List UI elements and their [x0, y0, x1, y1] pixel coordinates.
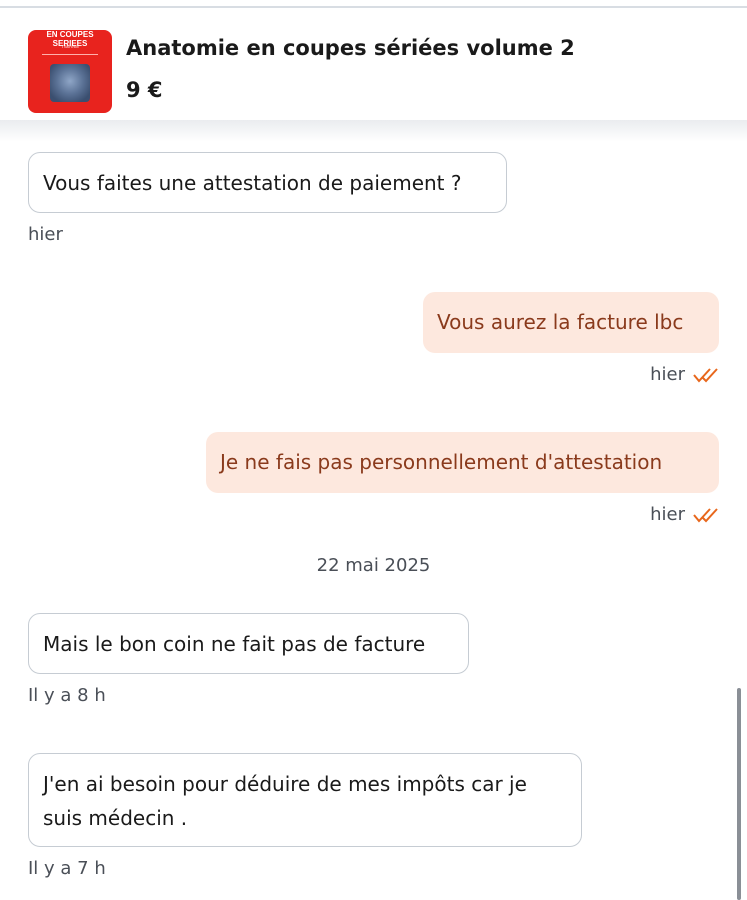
double-check-icon: [693, 507, 718, 523]
listing-price: 9 €: [126, 78, 163, 102]
message-status: hier: [650, 504, 719, 525]
listing-thumbnail[interactable]: EN COUPES SERIEES TSM·IRM: [28, 30, 112, 113]
chat-screen: EN COUPES SERIEES TSM·IRM Anatomie en co…: [0, 0, 747, 900]
message-bubble-outgoing[interactable]: Vous aurez la facture lbc: [423, 292, 719, 353]
message-bubble-incoming[interactable]: Mais le bon coin ne fait pas de facture: [28, 613, 469, 674]
listing-header[interactable]: EN COUPES SERIEES TSM·IRM Anatomie en co…: [0, 8, 747, 120]
message-time: Il y a 7 h: [28, 858, 106, 879]
cover-illustration: [50, 64, 90, 102]
message-status: hier: [650, 364, 719, 385]
message-text: Je ne fais pas personnellement d'attesta…: [220, 450, 663, 474]
message-text: Vous aurez la facture lbc: [437, 310, 684, 334]
listing-title[interactable]: Anatomie en coupes sériées volume 2: [126, 36, 575, 60]
message-time: hier: [28, 224, 63, 245]
message-text: Vous faites une attestation de paiement …: [43, 171, 462, 195]
message-time: hier: [650, 364, 685, 385]
message-time: Il y a 8 h: [28, 685, 106, 706]
double-check-icon: [693, 367, 718, 383]
message-time: hier: [650, 504, 685, 525]
cover-divider: [42, 54, 98, 55]
date-separator: 22 mai 2025: [316, 555, 431, 576]
message-bubble-incoming[interactable]: Vous faites une attestation de paiement …: [28, 152, 507, 213]
cover-subtitle: TSM·IRM: [61, 44, 79, 49]
message-text: Mais le bon coin ne fait pas de facture: [43, 632, 426, 656]
message-bubble-incoming[interactable]: J'en ai besoin pour déduire de mes impôt…: [28, 753, 582, 847]
message-bubble-outgoing[interactable]: Je ne fais pas personnellement d'attesta…: [206, 432, 719, 493]
scrollbar[interactable]: [737, 688, 741, 900]
header-shadow: [0, 120, 747, 142]
message-text: J'en ai besoin pour déduire de mes impôt…: [43, 772, 527, 830]
